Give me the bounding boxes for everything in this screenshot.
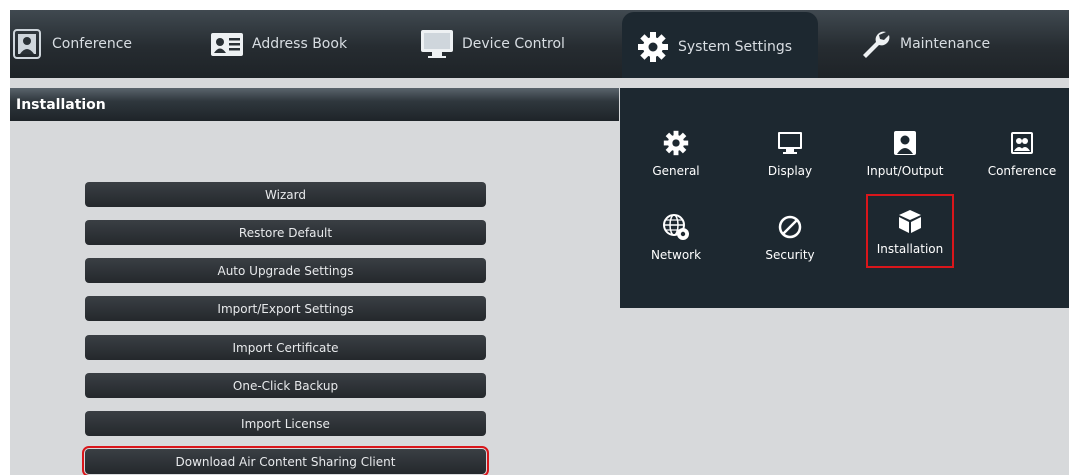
menu-item-label: Network: [650, 248, 702, 262]
conference-icon: [10, 27, 44, 61]
gear-icon: [661, 128, 691, 158]
tab-label: Address Book: [252, 36, 348, 52]
menu-item-label: General: [652, 164, 700, 178]
monitor-icon: [775, 128, 805, 158]
restore-default-button[interactable]: Restore Default: [85, 220, 486, 245]
menu-item-label: Security: [765, 248, 815, 262]
menu-item-input-output[interactable]: Input/Output: [855, 128, 955, 198]
menu-item-security[interactable]: Security: [740, 212, 840, 282]
menu-item-label: Installation: [876, 242, 944, 256]
menu-item-network[interactable]: Network: [626, 212, 726, 282]
menu-item-label: Conference: [987, 164, 1057, 178]
menu-item-label: Input/Output: [866, 164, 944, 178]
tab-label: Conference: [52, 36, 133, 52]
system-settings-dropdown: General Display Input/Output Conference …: [620, 88, 1069, 308]
person-icon: [890, 128, 920, 158]
menu-item-conference[interactable]: Conference: [972, 128, 1069, 198]
box-icon: [895, 206, 925, 236]
tab-maintenance[interactable]: Maintenance: [858, 10, 990, 78]
import-certificate-button[interactable]: Import Certificate: [85, 335, 486, 360]
tab-label: System Settings: [678, 39, 793, 55]
page-title: Installation: [10, 88, 619, 121]
no-entry-icon: [775, 212, 805, 242]
menu-item-label: Display: [767, 164, 813, 178]
tab-address-book[interactable]: Address Book: [210, 10, 347, 78]
menu-item-general[interactable]: General: [626, 128, 726, 198]
wrench-icon: [858, 27, 892, 61]
network-icon: [661, 212, 691, 242]
download-air-content-sharing-client-button[interactable]: Download Air Content Sharing Client: [82, 446, 489, 475]
tab-label: Maintenance: [900, 36, 991, 52]
tab-system-settings[interactable]: System Settings: [622, 12, 818, 82]
tab-label: Device Control: [462, 36, 565, 52]
address-book-icon: [210, 27, 244, 61]
top-navigation-bar: Conference Address Book Device Control S…: [10, 10, 1069, 82]
import-export-settings-button[interactable]: Import/Export Settings: [85, 296, 486, 321]
auto-upgrade-settings-button[interactable]: Auto Upgrade Settings: [85, 258, 486, 283]
one-click-backup-button[interactable]: One-Click Backup: [85, 373, 486, 398]
wizard-button[interactable]: Wizard: [85, 182, 486, 207]
monitor-icon: [420, 27, 454, 61]
menu-item-display[interactable]: Display: [740, 128, 840, 198]
tab-conference[interactable]: Conference: [10, 10, 132, 78]
import-license-button[interactable]: Import License: [85, 411, 486, 436]
conference-icon: [1007, 128, 1037, 158]
menu-item-installation[interactable]: Installation: [866, 194, 954, 268]
tab-device-control[interactable]: Device Control: [420, 10, 565, 78]
gear-icon: [636, 30, 670, 64]
